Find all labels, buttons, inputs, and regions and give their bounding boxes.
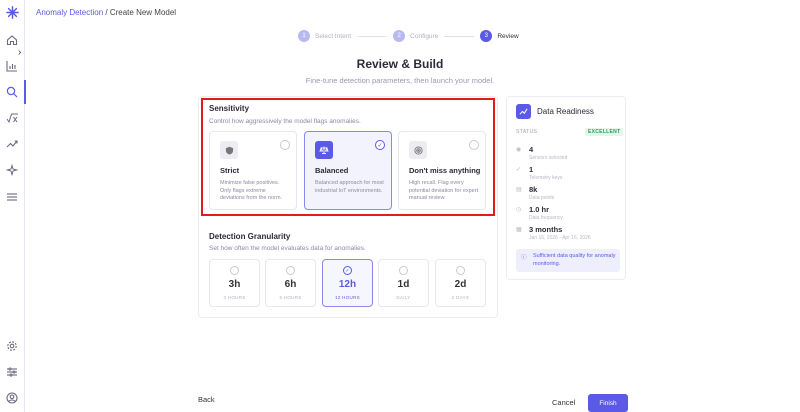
key-icon: ✓: [516, 167, 522, 173]
status-label: STATUS: [516, 129, 538, 135]
step-number: 3: [480, 30, 493, 42]
granularity-label: 3 HOURS: [223, 295, 246, 300]
option-radio[interactable]: [456, 266, 465, 275]
metric-label: Data points: [529, 195, 555, 201]
quality-note-text: Sufficient data quality for anomaly moni…: [533, 253, 616, 267]
granularity-option-12h[interactable]: ✓ 12h 12 HOURS: [322, 259, 373, 307]
step-configure[interactable]: 2 Configure: [393, 30, 438, 42]
granularity-option-3h[interactable]: 3h 3 HOURS: [209, 259, 260, 307]
info-icon: ⓘ: [521, 255, 527, 261]
cancel-button[interactable]: Cancel: [552, 398, 575, 407]
breadcrumb-link-anomaly-detection[interactable]: Anomaly Detection: [36, 8, 103, 17]
granularity-title: Detection Granularity: [209, 232, 291, 241]
finish-button[interactable]: Finish: [588, 394, 628, 412]
wizard-stepper: 1 Select Intent 2 Configure 3 Review: [298, 30, 519, 42]
metric-value: 4: [529, 145, 534, 154]
metric-label: Sensors selected: [529, 155, 568, 161]
sparkle-icon[interactable]: [5, 163, 19, 177]
search-analytics-icon[interactable]: [5, 85, 19, 99]
step-label: Select Intent: [315, 32, 352, 40]
sensor-icon: ◉: [516, 147, 522, 153]
option-radio[interactable]: [230, 266, 239, 275]
granularity-option-6h[interactable]: 6h 6 HOURS: [265, 259, 316, 307]
metric-label: Jan 16, 2026 - Apr 16, 2026: [529, 235, 591, 241]
granularity-value: 6h: [284, 279, 297, 290]
metric-value: 1: [529, 165, 534, 174]
readiness-title: Data Readiness: [537, 107, 594, 116]
step-label: Configure: [410, 32, 439, 40]
granularity-value: 1d: [397, 279, 410, 290]
page-title: Review & Build: [356, 57, 444, 71]
home-icon[interactable]: [5, 33, 19, 47]
step-review[interactable]: 3 Review: [480, 30, 519, 42]
logo-icon[interactable]: [5, 5, 19, 19]
page-subtitle: Fine-tune detection parameters, then lau…: [305, 76, 495, 85]
granularity-description: Set how often the model evaluates data f…: [209, 245, 366, 252]
metric-value: 8k: [529, 185, 538, 194]
metric-label: Telemetry keys: [529, 175, 563, 181]
sensitivity-highlight-box: [201, 98, 495, 216]
metric-label: Data frequency: [529, 215, 563, 221]
granularity-option-2d[interactable]: 2d 2 DAYS: [435, 259, 486, 307]
option-radio-checked[interactable]: ✓: [343, 266, 352, 275]
database-icon: ▤: [516, 187, 522, 193]
trend-line-icon[interactable]: [5, 137, 19, 151]
granularity-value: 2d: [454, 279, 467, 290]
step-label: Review: [497, 32, 519, 40]
step-select-intent[interactable]: 1 Select Intent: [298, 30, 351, 42]
breadcrumb-current: Create New Model: [109, 8, 177, 17]
status-badge: EXCELLENT: [585, 128, 624, 136]
clock-icon: ◷: [516, 207, 522, 213]
sliders-icon[interactable]: [5, 365, 19, 379]
granularity-value: 3h: [228, 279, 241, 290]
granularity-label: 12 HOURS: [335, 295, 360, 300]
data-readiness-card: Data Readiness STATUS EXCELLENT ◉ 4 Sens…: [506, 96, 626, 280]
option-radio[interactable]: [286, 266, 295, 275]
quality-note: ⓘ Sufficient data quality for anomaly mo…: [516, 249, 620, 272]
calendar-icon: ▦: [516, 227, 522, 233]
metric-value: 3 months: [529, 225, 563, 234]
breadcrumb-separator: /: [103, 8, 110, 17]
step-connector: [357, 35, 388, 37]
step-connector: [444, 35, 475, 37]
breadcrumb: Anomaly Detection / Create New Model: [36, 8, 176, 17]
menu-icon[interactable]: [5, 190, 19, 204]
granularity-label: 6 HOURS: [279, 295, 302, 300]
readiness-chart-icon: [516, 104, 531, 119]
step-number: 2: [393, 30, 406, 42]
settings-icon[interactable]: [5, 339, 19, 353]
granularity-label: DAILY: [396, 295, 411, 300]
granularity-value: 12h: [338, 279, 357, 290]
step-number: 1: [298, 30, 310, 42]
granularity-label: 2 DAYS: [451, 295, 470, 300]
formula-icon[interactable]: [5, 111, 19, 125]
user-account-icon[interactable]: [5, 391, 19, 405]
back-button[interactable]: Back: [198, 395, 215, 404]
option-radio[interactable]: [399, 266, 408, 275]
metric-value: 1.0 hr: [529, 205, 550, 214]
granularity-option-1d[interactable]: 1d DAILY: [378, 259, 429, 307]
